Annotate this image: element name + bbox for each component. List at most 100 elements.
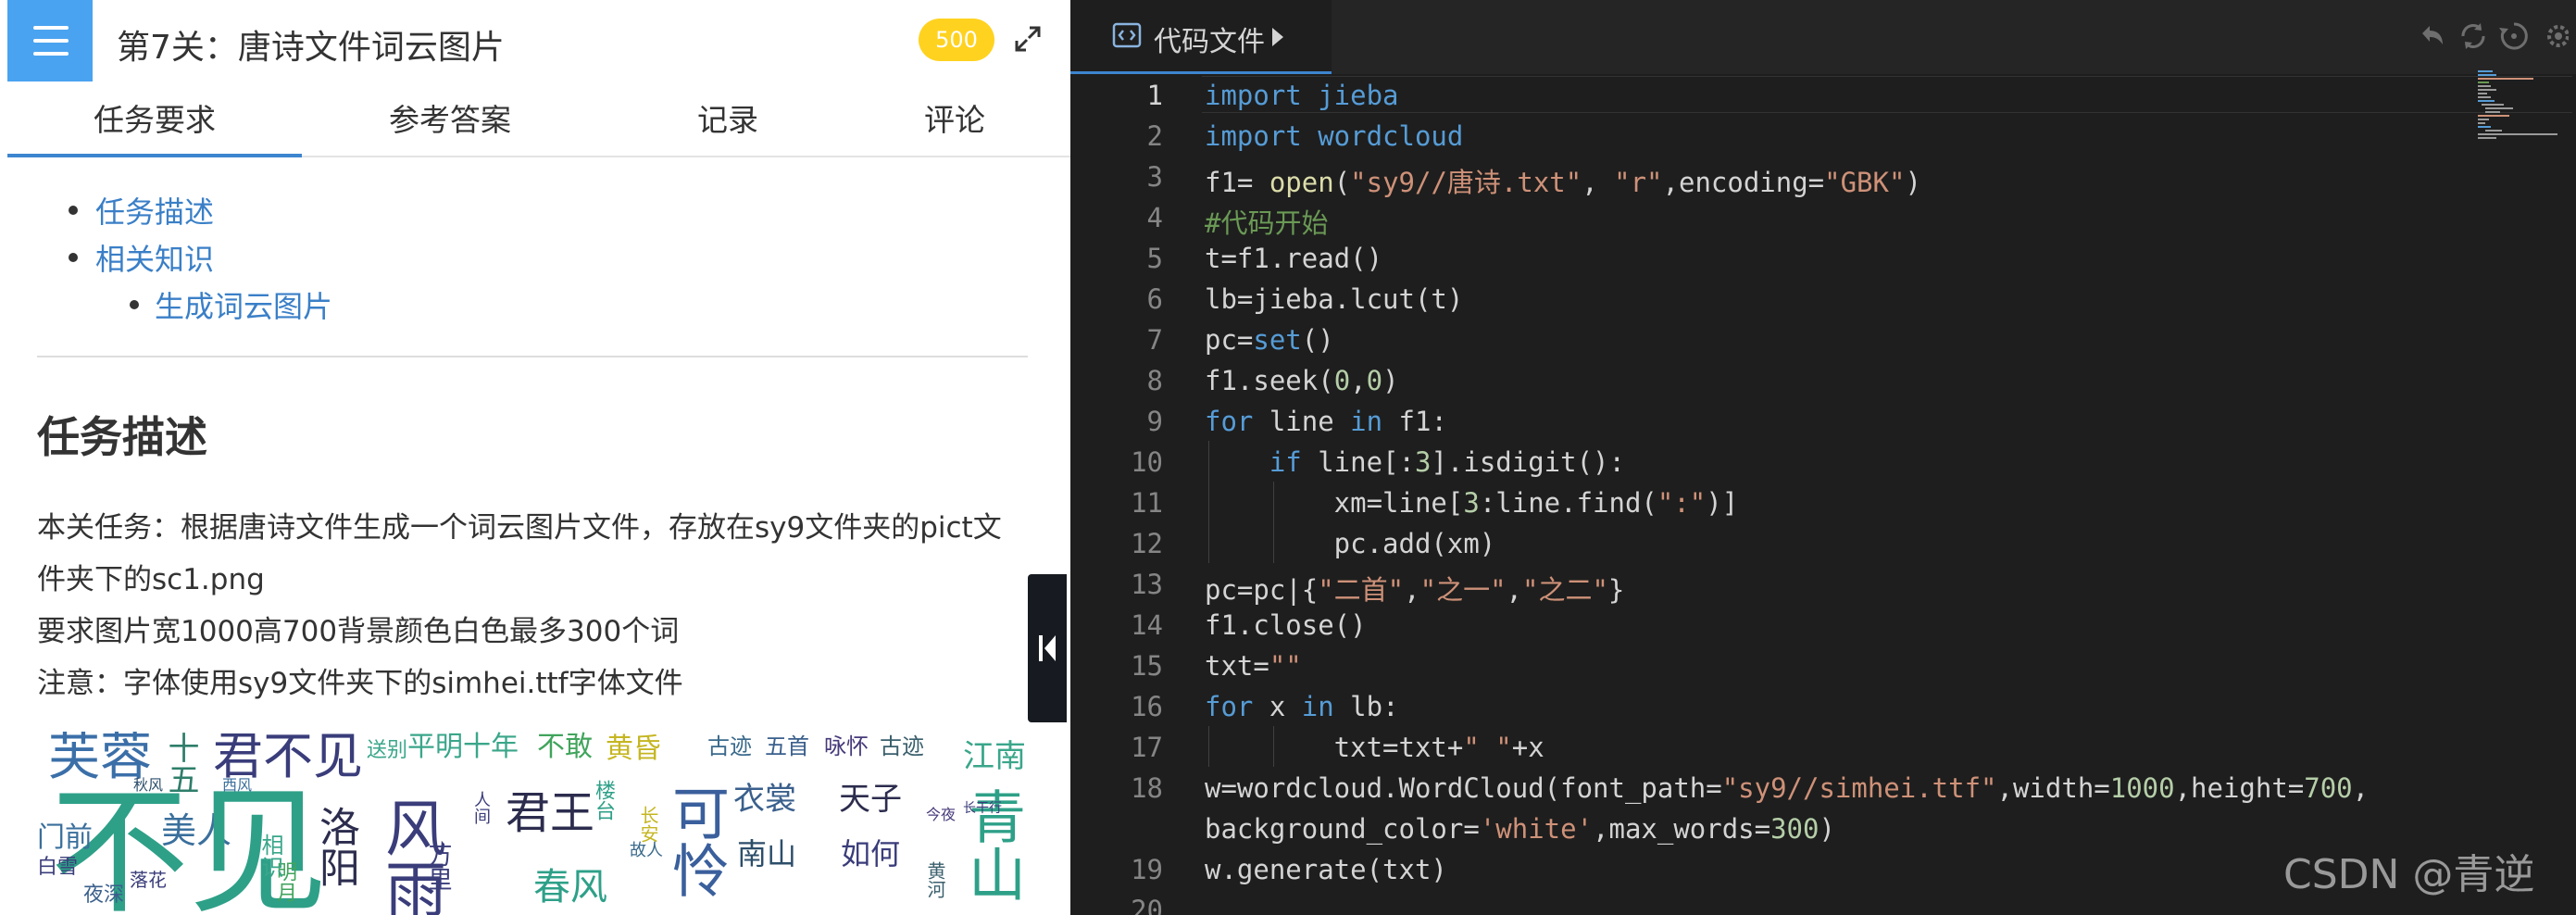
watermark: CSDN @青逆 xyxy=(2283,851,2535,898)
toc-item-generate-wordcloud: 生成词云图片 xyxy=(155,283,332,326)
tab-reference-answer[interactable]: 参考答案 xyxy=(302,81,598,157)
code-token: background_color= xyxy=(1205,813,1480,845)
code-token: ( xyxy=(1333,167,1351,198)
line-number: 3 xyxy=(1146,161,1163,193)
code-token: 'white' xyxy=(1479,813,1594,845)
wordcloud-word: 人间 xyxy=(471,791,491,824)
code-token: :line.find( xyxy=(1479,487,1657,519)
run-arrow-icon[interactable] xyxy=(1272,28,1283,46)
code-line-12: pc.add(xm) xyxy=(1205,528,1496,559)
code-token: t=f1.read() xyxy=(1205,243,1383,274)
wordcloud-word: 相识 xyxy=(257,834,283,878)
code-line-1: import jieba xyxy=(1205,80,1399,111)
code-area[interactable]: import jieba import wordcloud f1= open("… xyxy=(1205,74,2538,915)
file-tab[interactable]: 代码文件 xyxy=(1070,0,1332,74)
code-line-15: txt="" xyxy=(1205,650,1302,682)
code-token: , xyxy=(1404,574,1420,606)
toc-link-related-knowledge[interactable]: 相关知识 xyxy=(95,242,214,277)
reset-icon[interactable] xyxy=(2496,19,2532,54)
wordcloud-word: 江南 xyxy=(963,738,1026,775)
line-number: 1 xyxy=(1146,80,1163,111)
code-token: ) xyxy=(1382,365,1399,396)
wordcloud-word: 长安 xyxy=(637,806,659,843)
expand-icon[interactable] xyxy=(1009,20,1046,57)
line-number: 7 xyxy=(1146,324,1163,356)
task-text-line: 件夹下的sc1.png xyxy=(37,563,265,596)
code-token: for xyxy=(1205,406,1254,437)
code-line-5: t=f1.read() xyxy=(1205,243,1382,274)
settings-icon[interactable] xyxy=(2541,19,2569,54)
line-number: 16 xyxy=(1131,691,1163,722)
code-token: , xyxy=(1506,574,1522,606)
tab-comments[interactable]: 评论 xyxy=(857,81,1052,157)
code-token: in xyxy=(1350,406,1383,437)
task-text-line: 要求图片宽1000高700背景颜色白色最多300个词 xyxy=(37,615,680,648)
toc-bullet xyxy=(69,206,78,215)
line-number: 15 xyxy=(1131,650,1163,682)
code-line-6: lb=jieba.lcut(t) xyxy=(1205,283,1463,315)
wordcloud-word: 西风 xyxy=(222,776,253,794)
code-token: "之一" xyxy=(1419,574,1507,606)
line-number: 6 xyxy=(1146,283,1163,315)
code-line-7: pc=set() xyxy=(1205,324,1334,356)
line-number: 11 xyxy=(1131,487,1163,519)
code-token: pc.add(xm) xyxy=(1205,528,1496,559)
tab-records[interactable]: 记录 xyxy=(598,81,857,157)
wordcloud-word: 可怜 xyxy=(662,783,730,898)
code-token: in xyxy=(1301,691,1334,722)
code-token: f1= xyxy=(1205,167,1269,198)
line-number: 13 xyxy=(1131,569,1163,600)
wordcloud-word: 长干行 xyxy=(963,801,1002,816)
code-token: "二首" xyxy=(1318,574,1405,606)
wordcloud-word: 不敢 xyxy=(537,732,593,763)
code-token: w.generate(txt) xyxy=(1205,854,1447,885)
code-token: 0 xyxy=(1366,365,1383,396)
wordcloud-word: 五首 xyxy=(765,733,809,759)
code-line-18-wrap: background_color='white',max_words=300) xyxy=(1205,813,1835,845)
wordcloud-word: 送别 xyxy=(367,739,408,762)
tab-task-requirements[interactable]: 任务要求 xyxy=(7,81,302,157)
line-number: 18 xyxy=(1131,772,1163,804)
task-panel: 第7关：唐诗文件词云图片 500 任务要求 参考答案 记录 评论 任务描述 相关… xyxy=(0,0,1070,915)
toc-link-task-description[interactable]: 任务描述 xyxy=(95,194,214,230)
toc-bullet xyxy=(69,253,78,262)
code-token: txt=txt+ xyxy=(1205,732,1464,763)
undo-icon[interactable] xyxy=(2415,19,2450,54)
hamburger-menu-button[interactable] xyxy=(7,0,93,81)
code-token: , xyxy=(1582,167,1615,198)
line-number: 9 xyxy=(1146,406,1163,437)
code-token: , xyxy=(1350,365,1367,396)
toc-bullet xyxy=(130,300,139,309)
code-token: txt= xyxy=(1205,650,1269,682)
toc-link-generate-wordcloud[interactable]: 生成词云图片 xyxy=(155,289,332,324)
wordcloud-word: 洛阳 xyxy=(312,806,359,887)
code-minimap[interactable] xyxy=(2478,70,2561,154)
code-token: line xyxy=(1253,406,1351,437)
wordcloud-word: 古迹 xyxy=(707,733,752,759)
section-heading: 任务描述 xyxy=(37,412,207,462)
code-comment: #代码开始 xyxy=(1205,207,1329,239)
wordcloud-word: 楼台 xyxy=(592,780,615,821)
code-line-18: w=wordcloud.WordCloud(font_path="sy9//si… xyxy=(1205,772,2369,804)
line-number: 4 xyxy=(1146,202,1163,233)
code-line-19: w.generate(txt) xyxy=(1205,854,1447,885)
code-line-17: txt=txt+" "+x xyxy=(1205,732,1544,763)
refresh-icon[interactable] xyxy=(2456,19,2491,54)
wordcloud-word: 门前 xyxy=(37,821,93,854)
code-token: +x xyxy=(1511,732,1544,763)
code-token: import jieba xyxy=(1205,80,1399,111)
code-token: ,height= xyxy=(2174,772,2305,804)
task-header: 第7关：唐诗文件词云图片 500 xyxy=(0,0,1070,81)
code-token: ":" xyxy=(1657,487,1707,519)
level-title: 第7关：唐诗文件词云图片 xyxy=(117,29,505,67)
code-line-9: for line in f1: xyxy=(1205,406,1447,437)
code-token: xm=line[ xyxy=(1205,487,1464,519)
code-token: lb: xyxy=(1333,691,1399,722)
collapse-icon xyxy=(1039,635,1056,661)
code-editor: 代码文件 1 2 3 4 5 6 7 8 9 10 11 12 13 14 15… xyxy=(1070,0,2576,915)
wordcloud-word: 故人 xyxy=(630,841,663,860)
code-line-3: f1= open("sy9//唐诗.txt", "r",encoding="GB… xyxy=(1205,161,1921,200)
line-number: 17 xyxy=(1131,732,1163,763)
code-line-11: xm=line[3:line.find(":")] xyxy=(1205,487,1739,519)
collapse-panel-handle[interactable] xyxy=(1028,574,1067,722)
